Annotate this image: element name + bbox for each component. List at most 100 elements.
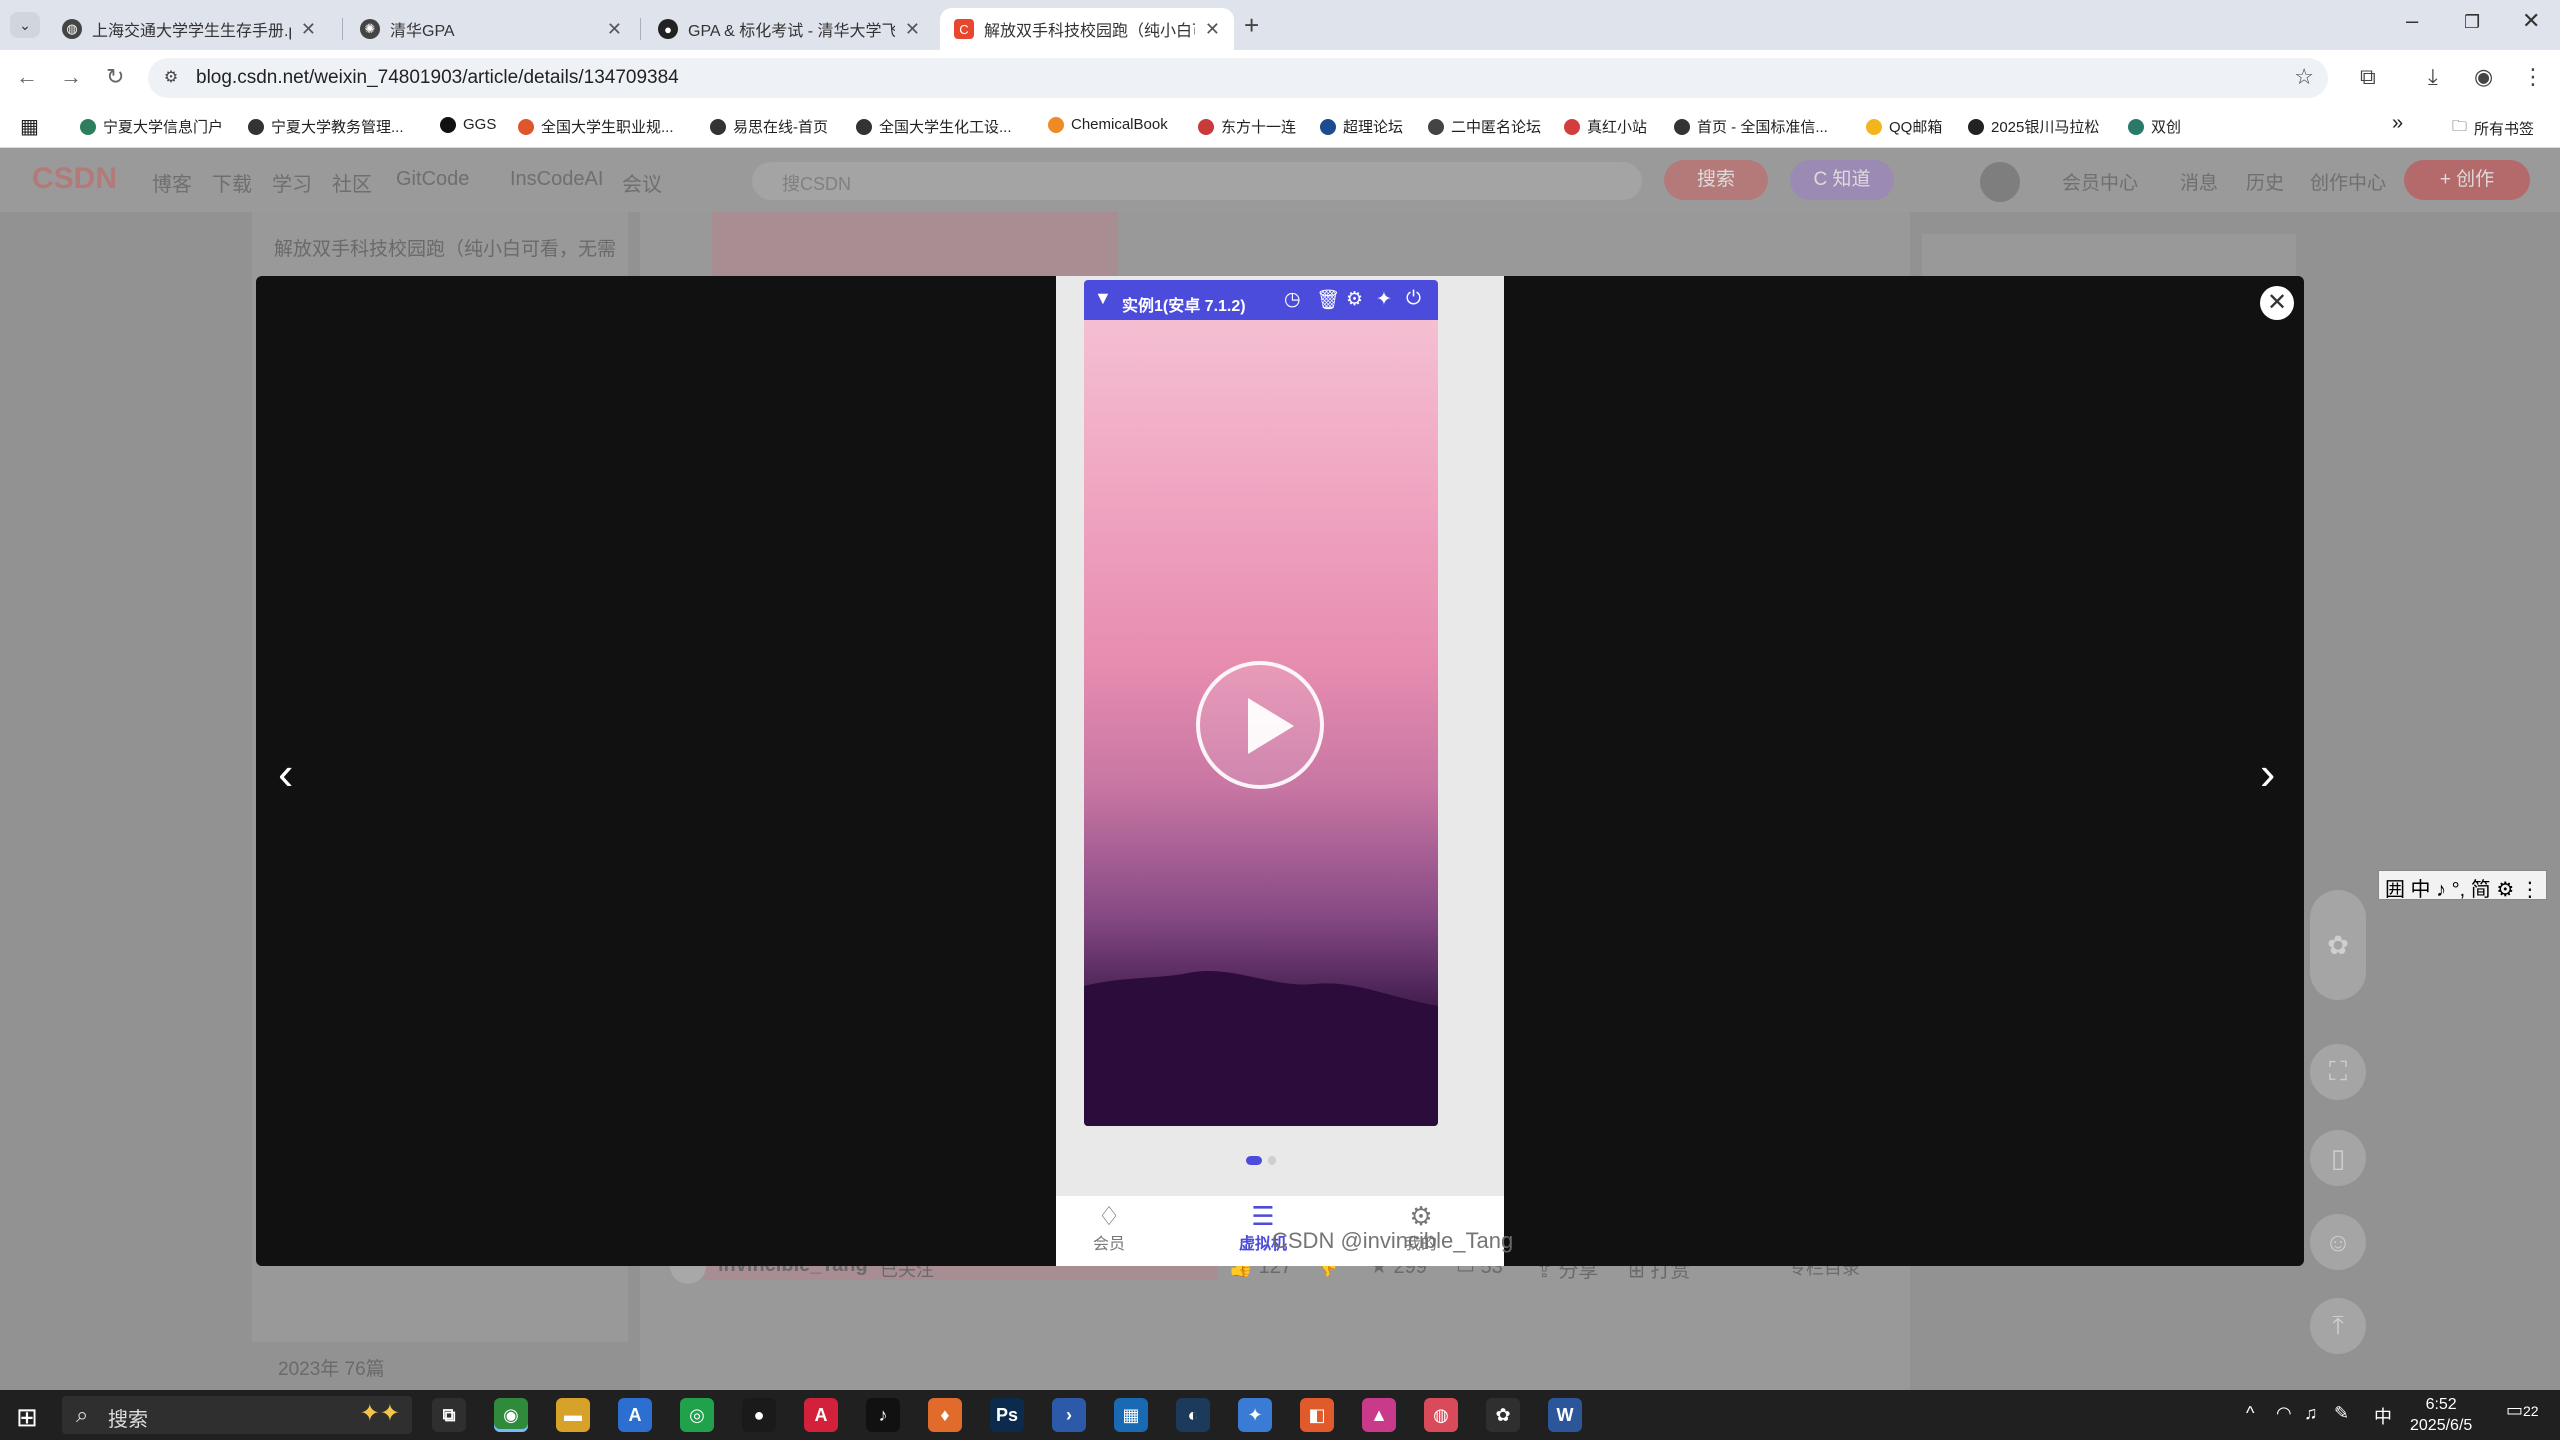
- nav-inscodeai[interactable]: InsCodeAI: [510, 168, 603, 191]
- notification-center[interactable]: ▭22: [2506, 1400, 2539, 1421]
- tab-close-icon[interactable]: ✕: [905, 19, 920, 40]
- trash-icon[interactable]: 🗑: [1316, 288, 1340, 312]
- photoshop-icon[interactable]: Ps: [990, 1398, 1024, 1432]
- wechat-icon[interactable]: ◎: [680, 1398, 714, 1432]
- nav-download[interactable]: 下载: [212, 168, 252, 197]
- tiktok-icon[interactable]: ♪: [866, 1398, 900, 1432]
- bookmark-item[interactable]: 宁夏大学教务管理...: [248, 116, 404, 137]
- bookmark-item[interactable]: 宁夏大学信息门户: [80, 116, 223, 137]
- wifi-icon[interactable]: ◠: [2276, 1403, 2292, 1424]
- nav-blog[interactable]: 博客: [152, 168, 192, 197]
- tab-close-icon[interactable]: ✕: [301, 19, 316, 40]
- csdn-assistant-icon[interactable]: ✿: [2310, 890, 2366, 1000]
- extensions-icon[interactable]: ⧉: [2360, 64, 2376, 90]
- bookmark-item[interactable]: GGS: [440, 116, 496, 133]
- app-3-icon[interactable]: ▲: [1362, 1398, 1396, 1432]
- taskbar-search[interactable]: ⌕ 搜索 ✦✦: [62, 1396, 412, 1434]
- all-bookmarks-folder[interactable]: 🗀 所有书签: [2452, 116, 2534, 141]
- app-store-icon[interactable]: A: [618, 1398, 652, 1432]
- play-button[interactable]: [1196, 661, 1324, 789]
- bookmark-item[interactable]: 超理论坛: [1320, 116, 1403, 137]
- menu-icon[interactable]: ⋮: [2522, 64, 2544, 90]
- zhidao-button[interactable]: C 知道: [1790, 160, 1894, 200]
- address-bar[interactable]: ⚙ blog.csdn.net/weixin_74801903/article/…: [148, 58, 2328, 98]
- tab-1[interactable]: ✺ 清华GPA ✕: [346, 8, 636, 50]
- bookmark-item[interactable]: 东方十一连: [1198, 116, 1296, 137]
- bookmark-item[interactable]: 2025银川马拉松: [1968, 116, 2099, 137]
- windows-start-icon[interactable]: ⊞: [16, 1402, 38, 1433]
- back-icon[interactable]: ←: [16, 64, 38, 90]
- profile-icon[interactable]: ◉: [2474, 64, 2493, 90]
- fullscreen-icon[interactable]: ⛶: [2310, 1044, 2366, 1100]
- write-button[interactable]: + 创作: [2404, 160, 2530, 200]
- pen-icon[interactable]: ✎: [2334, 1403, 2349, 1424]
- power-icon[interactable]: ⏻: [1406, 288, 1421, 310]
- volume-icon[interactable]: ♫: [2304, 1403, 2318, 1424]
- bookmark-item[interactable]: 首页 - 全国标准信...: [1674, 116, 1828, 137]
- bookmark-item[interactable]: 全国大学生化工设...: [856, 116, 1012, 137]
- site-info-icon[interactable]: ⚙: [158, 65, 184, 91]
- nav-community[interactable]: 社区: [332, 168, 372, 197]
- tab-2[interactable]: ● GPA & 标化考试 - 清华大学飞跃... ✕: [644, 8, 934, 50]
- forward-icon[interactable]: →: [60, 64, 82, 90]
- tab-search-dropdown[interactable]: ⌄: [10, 12, 40, 38]
- acrobat-icon[interactable]: A: [804, 1398, 838, 1432]
- app-5-icon[interactable]: ✿: [1486, 1398, 1520, 1432]
- csdn-search-button[interactable]: 搜索: [1664, 160, 1768, 200]
- related-article-link[interactable]: 解放双手科技校园跑（纯小白可看，无需: [274, 234, 616, 261]
- bookmark-item[interactable]: QQ邮箱: [1866, 116, 1942, 137]
- tab-close-icon[interactable]: ✕: [1205, 19, 1220, 40]
- csdn-search-input[interactable]: 搜CSDN: [752, 162, 1642, 200]
- system-clock[interactable]: 6:52 2025/6/5: [2410, 1394, 2472, 1436]
- file-explorer-icon[interactable]: ▬: [556, 1398, 590, 1432]
- avatar[interactable]: [1980, 162, 2020, 202]
- pin-icon[interactable]: ✦: [1376, 288, 1392, 311]
- archive-link[interactable]: 2023年 76篇: [278, 1354, 385, 1381]
- bookmark-star-icon[interactable]: ☆: [2294, 64, 2314, 90]
- download-icon[interactable]: ⤓: [2428, 64, 2438, 90]
- vip-center-link[interactable]: 会员中心: [2062, 168, 2138, 195]
- qq-icon[interactable]: ●: [742, 1398, 776, 1432]
- nav-meeting[interactable]: 会议: [622, 168, 662, 197]
- csdn-logo[interactable]: CSDN: [32, 162, 117, 196]
- task-view-icon[interactable]: ⧉: [432, 1398, 466, 1432]
- powershell-icon[interactable]: ›: [1052, 1398, 1086, 1432]
- messages-link[interactable]: 消息: [2180, 168, 2218, 195]
- new-tab-button[interactable]: +: [1244, 10, 1259, 41]
- tab-close-icon[interactable]: ✕: [607, 19, 622, 40]
- restore-icon[interactable]: ❐: [2464, 12, 2480, 33]
- bookmarks-more-button[interactable]: »: [2392, 112, 2403, 135]
- input-language-indicator[interactable]: 中: [2374, 1403, 2392, 1429]
- minimize-icon[interactable]: –: [2406, 8, 2418, 34]
- word-icon[interactable]: W: [1548, 1398, 1582, 1432]
- app-4-icon[interactable]: ◍: [1424, 1398, 1458, 1432]
- calc-icon[interactable]: ▦: [1114, 1398, 1148, 1432]
- tab-3-active[interactable]: C 解放双手科技校园跑（纯小白可看，无需... ✕: [940, 8, 1234, 50]
- chrome-icon[interactable]: ◉: [494, 1398, 528, 1432]
- bookmark-item[interactable]: 全国大学生职业规...: [518, 116, 674, 137]
- tab-0[interactable]: ◍ 上海交通大学学生生存手册.pdf ✕: [48, 8, 330, 50]
- settings-icon[interactable]: ⚙: [1346, 288, 1363, 311]
- bookmark-item[interactable]: 真红小站: [1564, 116, 1647, 137]
- modal-close-button[interactable]: ✕: [2260, 286, 2294, 320]
- gear-app-icon[interactable]: ✦: [1238, 1398, 1272, 1432]
- prev-image-button[interactable]: ‹: [278, 746, 293, 800]
- nav-gitcode[interactable]: GitCode: [396, 168, 469, 191]
- feedback-icon[interactable]: ☺: [2310, 1214, 2366, 1270]
- nav-learn[interactable]: 学习: [272, 168, 312, 197]
- tray-overflow-icon[interactable]: ^: [2246, 1403, 2254, 1424]
- phone-nav-vip[interactable]: ♢ 会员: [1074, 1202, 1144, 1254]
- bookmark-item[interactable]: 二中匿名论坛: [1428, 116, 1541, 137]
- url-text[interactable]: blog.csdn.net/weixin_74801903/article/de…: [196, 67, 679, 89]
- reload-icon[interactable]: ↻: [106, 64, 124, 90]
- close-window-icon[interactable]: ✕: [2522, 8, 2540, 34]
- creator-center-link[interactable]: 创作中心: [2310, 168, 2386, 195]
- back-to-top-icon[interactable]: ⤒: [2310, 1298, 2366, 1354]
- mic-icon[interactable]: ♦: [928, 1398, 962, 1432]
- history-link[interactable]: 历史: [2246, 168, 2284, 195]
- mobile-icon[interactable]: ▯: [2310, 1130, 2366, 1186]
- clock-icon[interactable]: ◷: [1284, 288, 1301, 311]
- ime-toolbar[interactable]: 囲 中 ♪ °, 简 ⚙ ⋮: [2378, 870, 2547, 901]
- next-image-button[interactable]: ›: [2260, 746, 2275, 800]
- steam-icon[interactable]: ◐: [1176, 1398, 1210, 1432]
